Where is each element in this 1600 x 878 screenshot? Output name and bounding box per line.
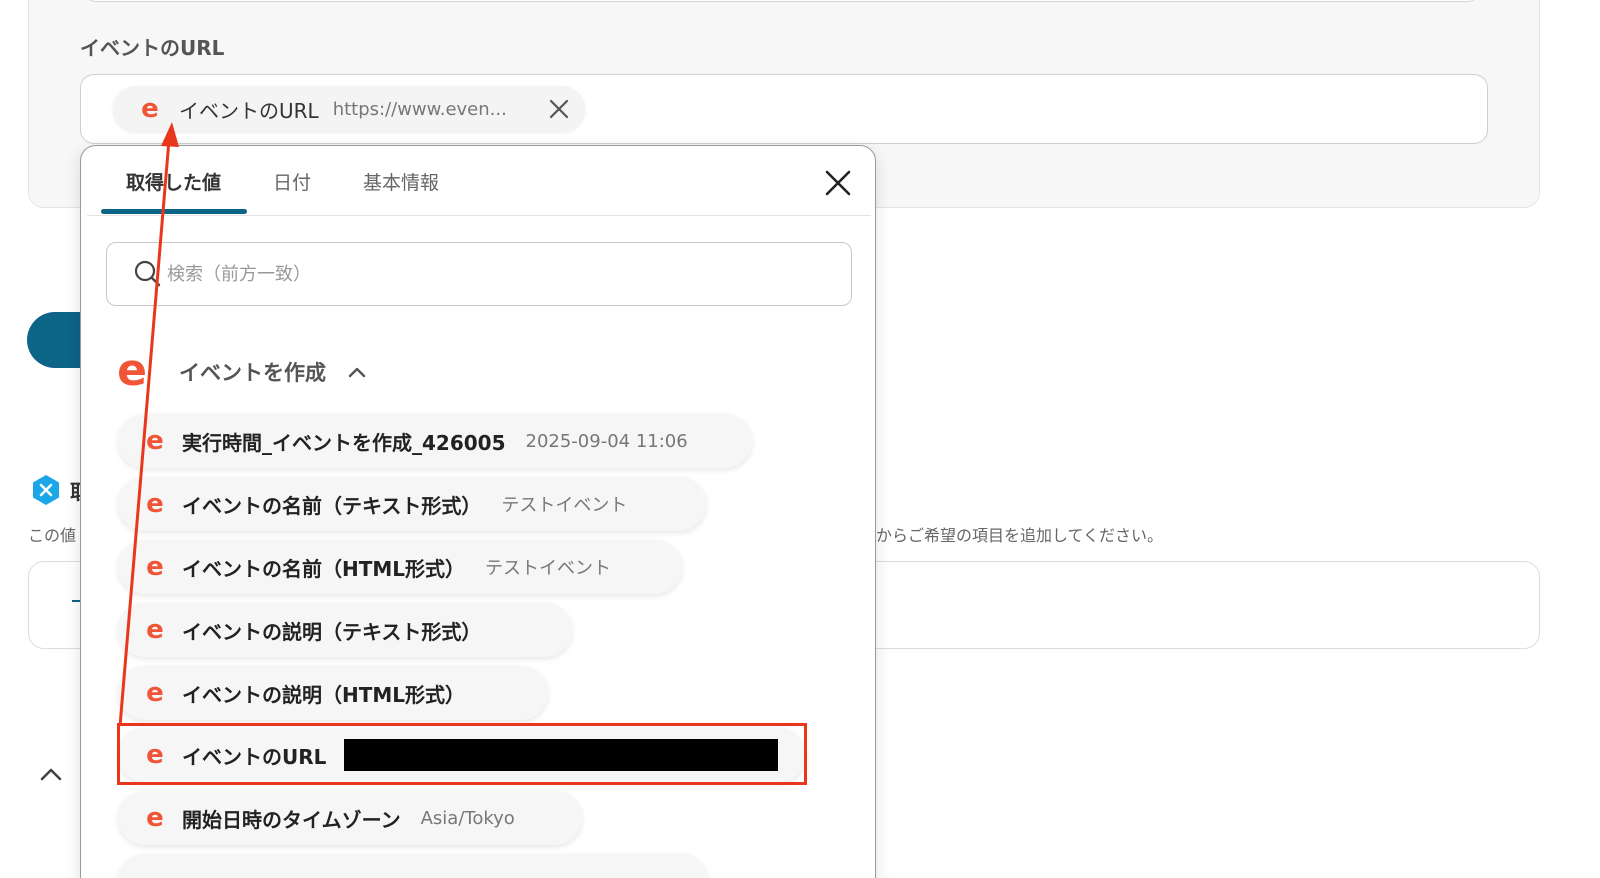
list-item[interactable]: e イベントの名前（テキスト形式） テストイベント bbox=[118, 477, 706, 531]
hint-text-left: この値 bbox=[28, 526, 77, 545]
tabs-divider bbox=[87, 215, 871, 216]
item-value: Asia/Tokyo bbox=[420, 807, 515, 829]
chevron-up-icon[interactable] bbox=[36, 760, 66, 790]
group-label: イベントを作成 bbox=[179, 361, 326, 385]
active-tab-indicator bbox=[101, 209, 247, 214]
group-create-event[interactable]: e イベントを作成 bbox=[111, 350, 368, 394]
eventbrite-icon: e bbox=[146, 617, 164, 643]
close-icon[interactable] bbox=[823, 168, 853, 198]
highlight-box bbox=[117, 723, 807, 785]
search-input[interactable] bbox=[167, 257, 827, 291]
tab-date[interactable]: 日付 bbox=[273, 168, 311, 195]
event-url-field-label: イベントのURL bbox=[80, 36, 225, 60]
item-label: 開始日時のタイムゾーン bbox=[182, 807, 401, 832]
svg-text:e: e bbox=[146, 805, 164, 831]
item-value: テストイベント bbox=[485, 558, 612, 579]
eventbrite-icon: e bbox=[146, 491, 164, 517]
x-badge-icon bbox=[33, 475, 59, 505]
previous-field[interactable] bbox=[84, 0, 1480, 2]
close-icon[interactable] bbox=[547, 97, 571, 121]
item-label: イベントの説明（テキスト形式） bbox=[182, 619, 482, 644]
item-label: イベントの名前（HTML形式） bbox=[182, 556, 466, 581]
hint-text-right: からご希望の項目を追加してください。 bbox=[876, 526, 1164, 545]
svg-text:e: e bbox=[146, 554, 164, 580]
picker-tabs: 取得した値 日付 基本情報 bbox=[81, 146, 875, 216]
tab-basic-info[interactable]: 基本情報 bbox=[363, 168, 439, 195]
svg-text:e: e bbox=[141, 96, 159, 122]
eventbrite-icon: e bbox=[146, 680, 164, 706]
item-label: イベントの名前（テキスト形式） bbox=[182, 493, 482, 518]
list-item[interactable]: e イベントの説明（HTML形式） bbox=[118, 666, 548, 720]
list-item[interactable]: e 開始日時のタイムゾーン Asia/Tokyo bbox=[118, 791, 582, 845]
item-label: イベントの説明（HTML形式） bbox=[182, 682, 466, 707]
list-item[interactable]: e イベントの名前（HTML形式） テストイベント bbox=[118, 540, 682, 594]
chevron-up-icon[interactable] bbox=[346, 361, 368, 383]
list-item[interactable]: e 実行時間_イベントを作成_426005 2025-09-04 11:06 bbox=[118, 414, 752, 468]
search-icon bbox=[134, 260, 161, 287]
list-item[interactable] bbox=[118, 854, 708, 878]
page: イベントのURL e イベントのURL https://www.even... … bbox=[0, 0, 1600, 878]
eventbrite-icon: e bbox=[146, 805, 164, 831]
eventbrite-icon: e bbox=[146, 554, 164, 580]
eventbrite-icon: e bbox=[141, 96, 159, 122]
item-value: テストイベント bbox=[501, 495, 628, 516]
eventbrite-icon: e bbox=[117, 351, 147, 393]
chip-value: https://www.even... bbox=[332, 98, 507, 120]
eventbrite-icon: e bbox=[146, 428, 164, 454]
list-item[interactable]: e イベントの説明（テキスト形式） bbox=[118, 603, 572, 657]
item-value: 2025-09-04 11:06 bbox=[525, 430, 688, 452]
item-label: 実行時間_イベントを作成_426005 bbox=[182, 430, 506, 455]
svg-text:e: e bbox=[146, 428, 164, 454]
svg-text:e: e bbox=[146, 680, 164, 706]
event-url-chip[interactable]: e イベントのURL https://www.even... bbox=[113, 86, 585, 132]
search-field[interactable] bbox=[106, 242, 852, 306]
svg-text:e: e bbox=[146, 617, 164, 643]
svg-text:e: e bbox=[117, 351, 147, 393]
tab-acquired-values[interactable]: 取得した値 bbox=[126, 168, 221, 195]
svg-text:e: e bbox=[146, 491, 164, 517]
chip-label: イベントのURL bbox=[179, 98, 319, 123]
